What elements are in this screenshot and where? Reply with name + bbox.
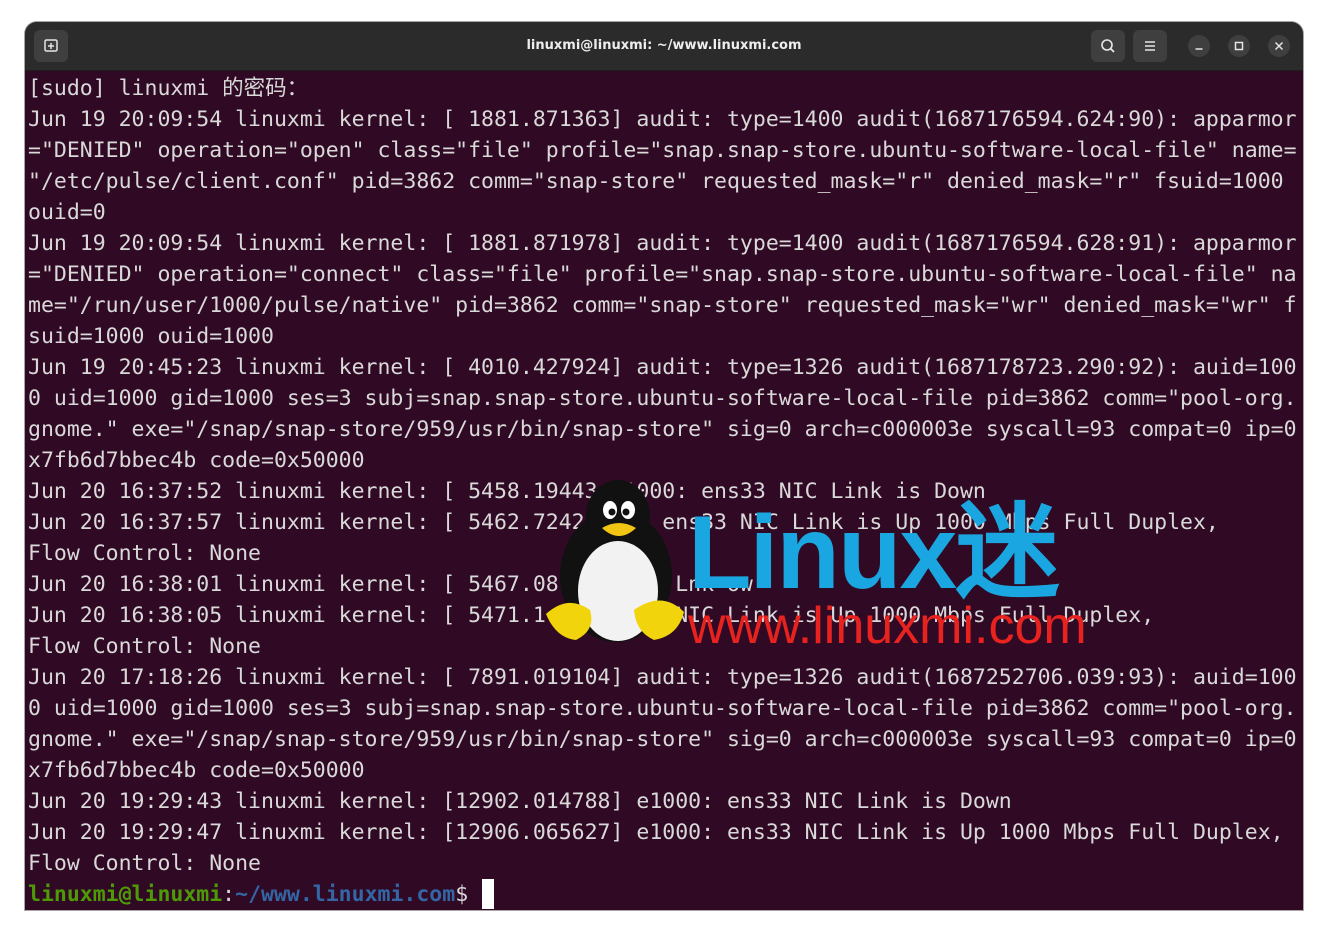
terminal-line: Jun 20 19:29:43 linuxmi kernel: [12902.0… <box>28 789 1012 814</box>
terminal-window: linuxmi@linuxmi: ~/www.linuxmi.com [sudo… <box>25 22 1303 910</box>
titlebar[interactable]: linuxmi@linuxmi: ~/www.linuxmi.com <box>25 22 1303 71</box>
prompt-path: ~/www.linuxmi.com <box>235 882 456 907</box>
close-button[interactable] <box>1268 35 1290 57</box>
maximize-icon <box>1234 41 1244 51</box>
watermark-logo: Linux迷 www.linuxmi.com <box>538 476 1168 656</box>
hamburger-menu-icon <box>1145 41 1155 51</box>
terminal-line: [sudo] linuxmi 的密码： <box>28 76 309 101</box>
terminal-line: gnome." exe="/snap/snap-store/959/usr/bi… <box>28 417 1297 442</box>
terminal-line: me="/run/user/1000/pulse/native" pid=386… <box>28 293 1297 318</box>
close-icon <box>1274 41 1284 51</box>
minimize-button[interactable] <box>1188 35 1210 57</box>
terminal-line: 0 uid=1000 gid=1000 ses=3 subj=snap.snap… <box>28 386 1297 411</box>
terminal-line: ="DENIED" operation="connect" class="fil… <box>28 262 1297 287</box>
menu-button[interactable] <box>1133 30 1167 62</box>
terminal-line: ="DENIED" operation="open" class="file" … <box>28 138 1297 163</box>
terminal-line: "/etc/pulse/client.conf" pid=3862 comm="… <box>28 169 1284 194</box>
terminal-line: x7fb6d7bbec4b code=0x50000 <box>28 448 365 473</box>
terminal-line: ouid=0 <box>28 200 106 225</box>
minimize-icon <box>1195 48 1203 50</box>
prompt-separator: : <box>222 882 236 907</box>
terminal-line: Jun 20 19:29:47 linuxmi kernel: [12906.0… <box>28 820 1284 845</box>
terminal-line: suid=1000 ouid=1000 <box>28 324 274 349</box>
terminal-line: Jun 19 20:45:23 linuxmi kernel: [ 4010.4… <box>28 355 1297 380</box>
text-cursor <box>482 879 495 909</box>
search-button[interactable] <box>1091 30 1125 62</box>
prompt-user-host: linuxmi@linuxmi <box>28 882 223 907</box>
tux-penguin-icon <box>546 480 684 642</box>
prompt-symbol: $ <box>455 882 469 907</box>
terminal-line: 0 uid=1000 gid=1000 ses=3 subj=snap.snap… <box>28 696 1297 721</box>
command-prompt[interactable]: linuxmi@linuxmi:~/www.linuxmi.com$ <box>28 879 1303 910</box>
terminal-line: Jun 20 17:18:26 linuxmi kernel: [ 7891.0… <box>28 665 1297 690</box>
watermark-url: www.linuxmi.com <box>688 597 1087 655</box>
terminal-line: Jun 19 20:09:54 linuxmi kernel: [ 1881.8… <box>28 231 1297 256</box>
maximize-button[interactable] <box>1228 35 1250 57</box>
terminal-line: Flow Control: None <box>28 851 261 876</box>
terminal-line: gnome." exe="/snap/snap-store/959/usr/bi… <box>28 727 1297 752</box>
search-icon <box>1101 39 1115 53</box>
watermark-brand: Linux迷 <box>688 495 1059 611</box>
terminal-line: Jun 19 20:09:54 linuxmi kernel: [ 1881.8… <box>28 107 1297 132</box>
terminal-line: x7fb6d7bbec4b code=0x50000 <box>28 758 365 783</box>
